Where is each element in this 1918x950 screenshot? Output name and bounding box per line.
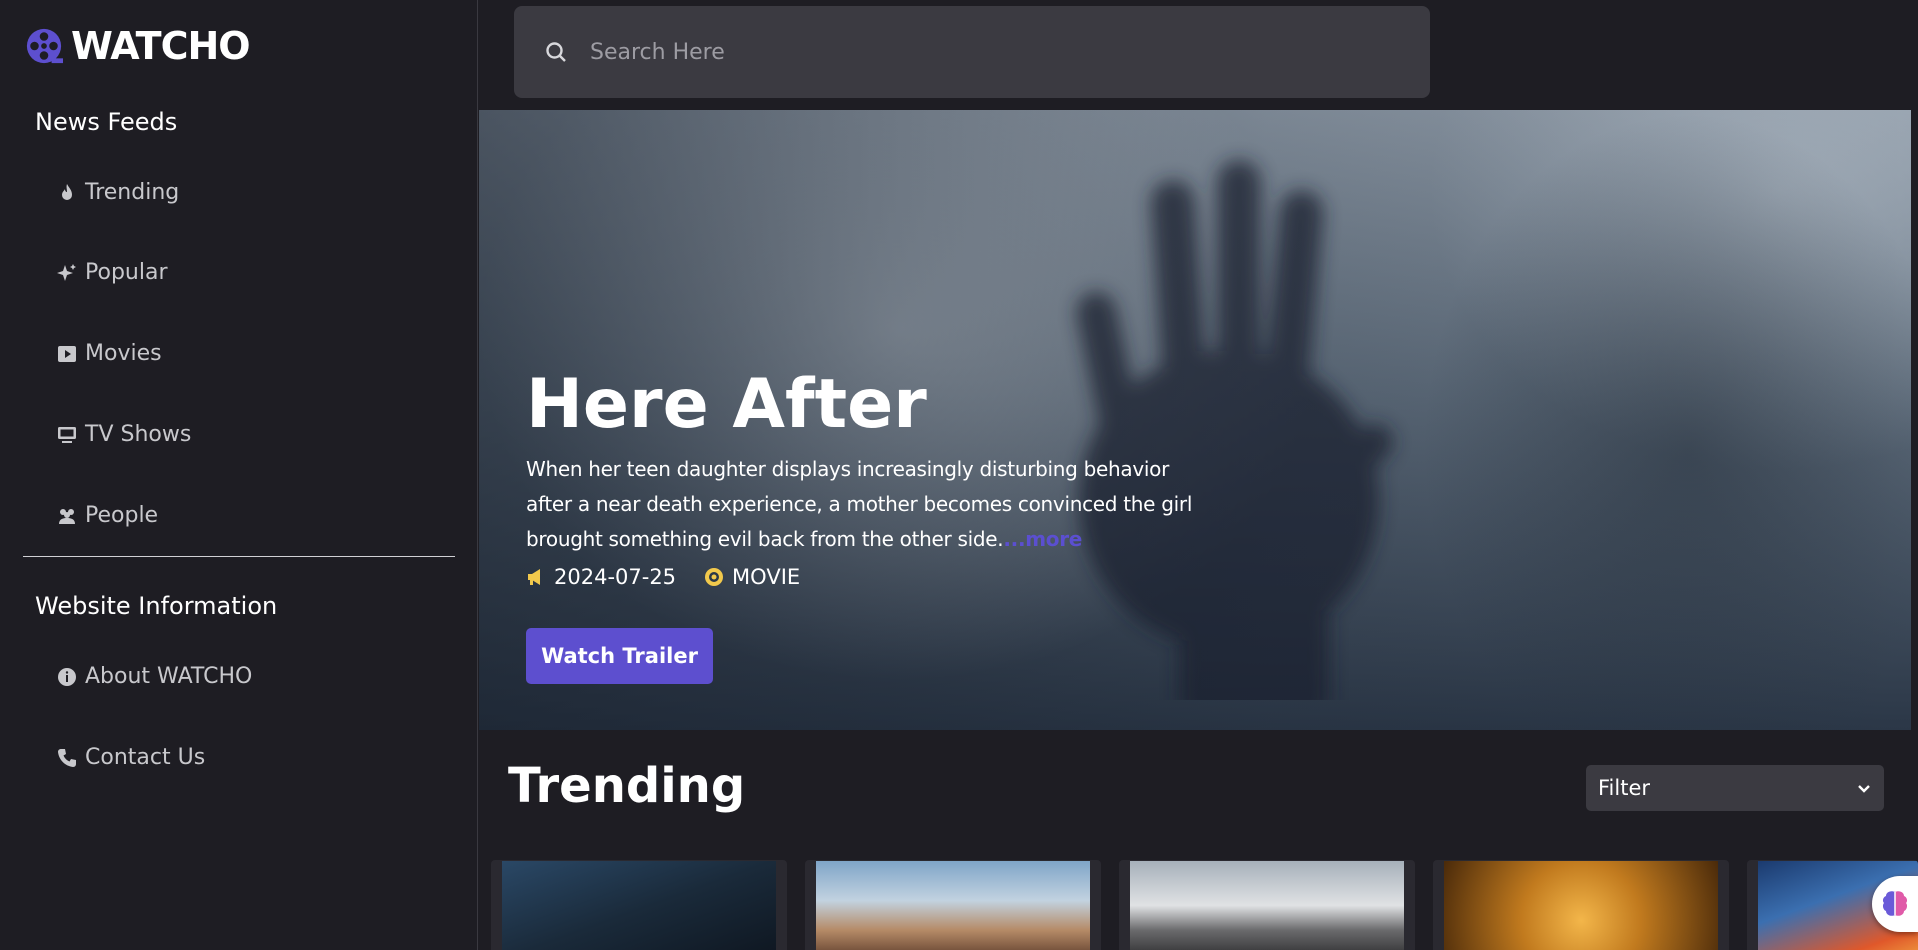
movie-card[interactable] <box>1433 860 1729 950</box>
search-input[interactable] <box>590 39 1390 65</box>
fire-icon <box>62 183 72 200</box>
news-feeds-title: News Feeds <box>35 108 178 136</box>
sidebar-item-about[interactable]: About WATCHO <box>57 664 252 689</box>
sidebar-item-label: TV Shows <box>85 422 192 447</box>
sidebar: WATCHO News Feeds Trending Popular Movie… <box>0 0 478 950</box>
filter-label: Filter <box>1598 776 1651 800</box>
sidebar-item-popular[interactable]: Popular <box>57 260 168 285</box>
release-date: 2024-07-25 <box>526 565 676 589</box>
movie-card[interactable] <box>1119 860 1415 950</box>
info-icon <box>58 667 76 686</box>
hero-banner: Here After When her teen daughter displa… <box>479 110 1911 730</box>
movie-poster <box>1130 861 1404 950</box>
filter-dropdown[interactable]: Filter <box>1586 765 1884 811</box>
sidebar-item-label: People <box>85 503 159 528</box>
sidebar-item-label: Movies <box>85 341 162 366</box>
phone-icon <box>58 748 76 767</box>
sidebar-item-tv-shows[interactable]: TV Shows <box>57 422 191 447</box>
search-bar[interactable] <box>514 6 1430 98</box>
megaphone-icon <box>528 569 540 585</box>
hero-description-text: When her teen daughter displays increasi… <box>526 457 1193 551</box>
film-reel-icon <box>26 28 63 64</box>
sidebar-item-people[interactable]: People <box>57 503 158 528</box>
search-icon <box>546 42 566 62</box>
trending-title: Trending <box>508 758 746 814</box>
brain-icon <box>1882 891 1908 916</box>
hero-title: Here After <box>526 365 927 444</box>
media-type-text: MOVIE <box>732 565 801 589</box>
hero-description: When her teen daughter displays increasi… <box>526 452 1196 557</box>
movie-card[interactable] <box>491 860 787 950</box>
release-date-text: 2024-07-25 <box>554 565 677 589</box>
hero-meta: 2024-07-25 MOVIE <box>526 565 800 589</box>
more-link[interactable]: ...more <box>1003 527 1082 551</box>
media-type: MOVIE <box>704 565 800 589</box>
movie-poster <box>816 861 1090 950</box>
sidebar-item-label: Popular <box>85 260 168 285</box>
website-info-title: Website Information <box>35 592 278 620</box>
chevron-down-icon <box>1858 785 1870 793</box>
sidebar-item-label: Contact Us <box>85 745 206 770</box>
sidebar-item-label: About WATCHO <box>85 664 253 689</box>
sidebar-item-contact[interactable]: Contact Us <box>57 745 205 770</box>
tv-icon <box>58 426 76 443</box>
brand-logo[interactable]: WATCHO <box>25 24 251 68</box>
sidebar-item-movies[interactable]: Movies <box>57 341 162 366</box>
play-square-icon <box>58 345 76 362</box>
sidebar-divider <box>23 556 455 557</box>
movie-poster <box>1444 861 1718 950</box>
sidebar-item-trending[interactable]: Trending <box>57 180 179 205</box>
people-icon <box>59 508 75 524</box>
disc-icon <box>705 568 724 586</box>
watch-trailer-button[interactable]: Watch Trailer <box>526 628 713 684</box>
movie-poster <box>502 861 776 950</box>
movie-card[interactable] <box>805 860 1101 950</box>
brand-name: WATCHO <box>71 24 251 68</box>
sparkle-icon <box>57 263 76 281</box>
sidebar-item-label: Trending <box>85 180 180 205</box>
